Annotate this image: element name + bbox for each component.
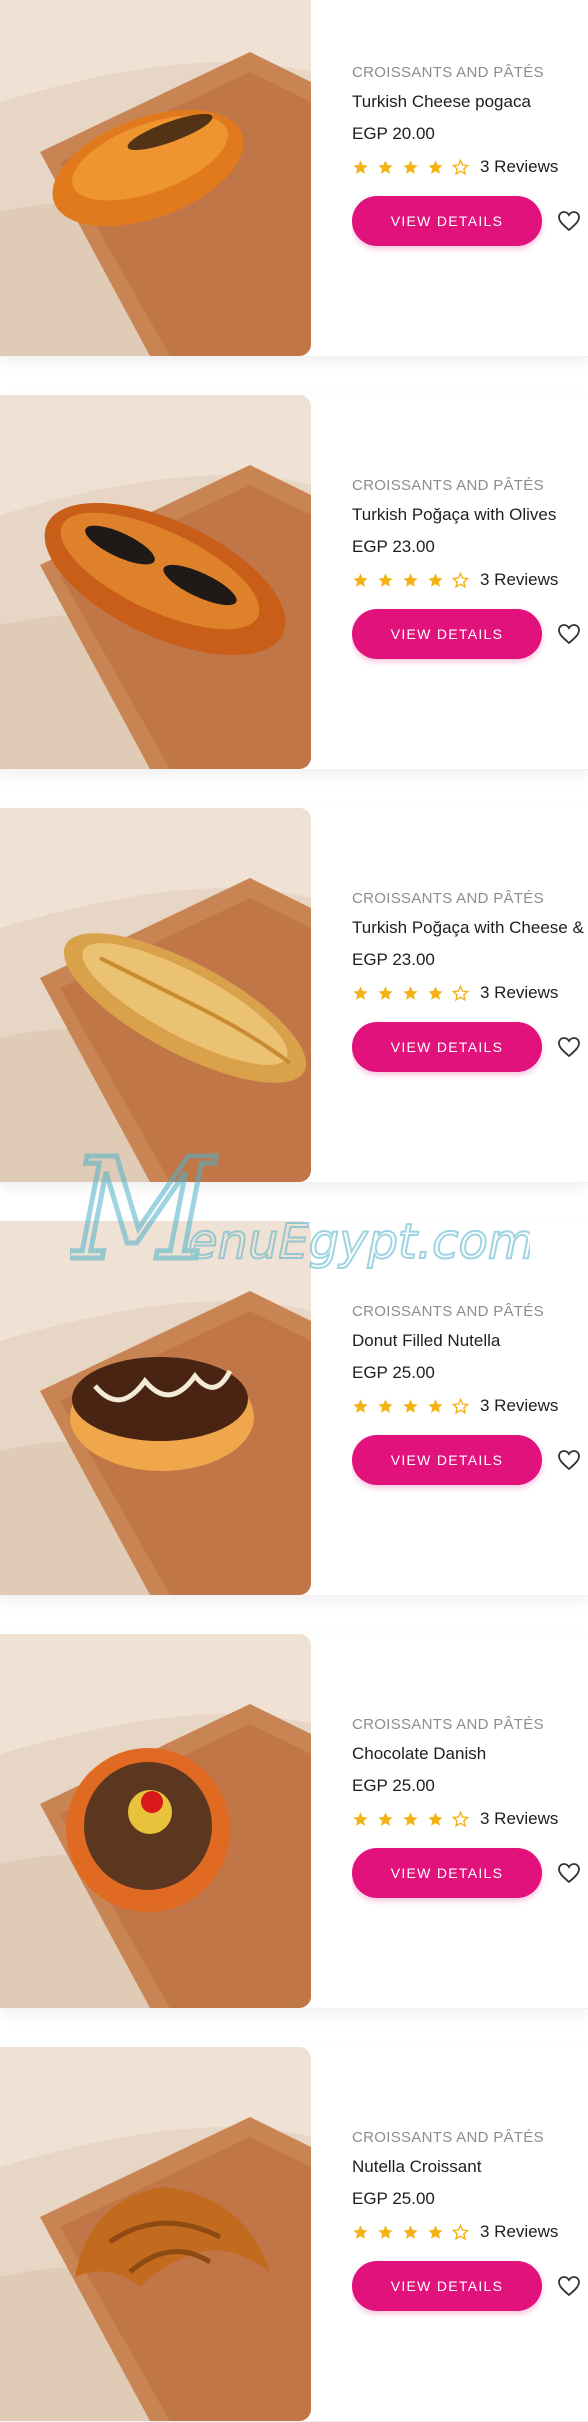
product-category: CROISSANTS AND PÂTÉS bbox=[352, 1303, 544, 1320]
product-rating: 3 Reviews bbox=[352, 1808, 558, 1830]
star-filled-icon bbox=[377, 572, 394, 589]
star-outline-icon bbox=[452, 158, 469, 176]
product-image[interactable] bbox=[0, 1221, 311, 1595]
product-rating: 3 Reviews bbox=[352, 156, 558, 178]
product-rating: 3 Reviews bbox=[352, 982, 558, 1004]
product-card: CROISSANTS AND PÂTÉS Turkish Cheese pogac… bbox=[0, 0, 588, 357]
product-info: CROISSANTS AND PÂTÉS Nutella Croissant EGP… bbox=[352, 2047, 588, 2421]
view-details-button[interactable]: VIEW DETAILS bbox=[352, 1848, 542, 1898]
star-filled-icon bbox=[352, 985, 369, 1002]
product-image[interactable] bbox=[0, 1634, 311, 2008]
star-filled-icon bbox=[352, 1811, 369, 1828]
product-title[interactable]: Turkish Poğaça with Cheese & bbox=[352, 918, 584, 938]
star-filled-icon bbox=[352, 2224, 369, 2241]
product-category: CROISSANTS AND PÂTÉS bbox=[352, 1716, 544, 1733]
star-filled-icon bbox=[427, 985, 444, 1002]
star-outline-icon bbox=[452, 2223, 469, 2241]
product-card: CROISSANTS AND PÂTÉS Donut Filled Nutella… bbox=[0, 1221, 588, 1596]
product-card: CROISSANTS AND PÂTÉS Turkish Poğaça with … bbox=[0, 395, 588, 770]
product-title[interactable]: Chocolate Danish bbox=[352, 1744, 486, 1764]
star-filled-icon bbox=[377, 2224, 394, 2241]
reviews-count[interactable]: 3 Reviews bbox=[480, 2222, 558, 2242]
product-price: EGP 20.00 bbox=[352, 124, 435, 143]
product-title[interactable]: Turkish Poğaça with Olives bbox=[352, 505, 556, 525]
star-outline-icon bbox=[452, 1397, 469, 1415]
star-filled-icon bbox=[427, 572, 444, 589]
star-filled-icon bbox=[377, 1398, 394, 1415]
view-details-button[interactable]: VIEW DETAILS bbox=[352, 1022, 542, 1072]
heart-outline-icon[interactable] bbox=[557, 2275, 581, 2297]
product-category: CROISSANTS AND PÂTÉS bbox=[352, 2129, 544, 2146]
product-category: CROISSANTS AND PÂTÉS bbox=[352, 890, 544, 907]
product-price: EGP 25.00 bbox=[352, 1363, 435, 1382]
star-filled-icon bbox=[402, 2224, 419, 2241]
product-category: CROISSANTS AND PÂTÉS bbox=[352, 477, 544, 494]
star-filled-icon bbox=[352, 159, 369, 176]
heart-outline-icon[interactable] bbox=[557, 1036, 581, 1058]
product-rating: 3 Reviews bbox=[352, 569, 558, 591]
star-filled-icon bbox=[402, 1398, 419, 1415]
view-details-button[interactable]: VIEW DETAILS bbox=[352, 609, 542, 659]
star-filled-icon bbox=[402, 1811, 419, 1828]
product-title[interactable]: Nutella Croissant bbox=[352, 2157, 481, 2177]
view-details-button[interactable]: VIEW DETAILS bbox=[352, 196, 542, 246]
reviews-count[interactable]: 3 Reviews bbox=[480, 570, 558, 590]
star-filled-icon bbox=[352, 572, 369, 589]
product-info: CROISSANTS AND PÂTÉS Turkish Cheese pogac… bbox=[352, 0, 588, 356]
product-category: CROISSANTS AND PÂTÉS bbox=[352, 64, 544, 81]
view-details-button[interactable]: VIEW DETAILS bbox=[352, 1435, 542, 1485]
star-filled-icon bbox=[427, 159, 444, 176]
product-rating: 3 Reviews bbox=[352, 2221, 558, 2243]
product-image[interactable] bbox=[0, 0, 311, 356]
star-outline-icon bbox=[452, 571, 469, 589]
reviews-count[interactable]: 3 Reviews bbox=[480, 1809, 558, 1829]
product-image[interactable] bbox=[0, 2047, 311, 2421]
product-info: CROISSANTS AND PÂTÉS Donut Filled Nutella… bbox=[352, 1221, 588, 1595]
star-outline-icon bbox=[452, 1810, 469, 1828]
star-filled-icon bbox=[377, 1811, 394, 1828]
heart-outline-icon[interactable] bbox=[557, 1449, 581, 1471]
product-price: EGP 25.00 bbox=[352, 1776, 435, 1795]
reviews-count[interactable]: 3 Reviews bbox=[480, 1396, 558, 1416]
product-price: EGP 23.00 bbox=[352, 950, 435, 969]
star-filled-icon bbox=[427, 1398, 444, 1415]
product-info: CROISSANTS AND PÂTÉS Turkish Poğaça with … bbox=[352, 808, 588, 1182]
product-card: CROISSANTS AND PÂTÉS Turkish Poğaça with … bbox=[0, 808, 588, 1183]
star-filled-icon bbox=[377, 159, 394, 176]
product-card: CROISSANTS AND PÂTÉS Chocolate Danish EGP … bbox=[0, 1634, 588, 2009]
heart-outline-icon[interactable] bbox=[557, 623, 581, 645]
star-filled-icon bbox=[402, 572, 419, 589]
reviews-count[interactable]: 3 Reviews bbox=[480, 983, 558, 1003]
heart-outline-icon[interactable] bbox=[557, 1862, 581, 1884]
star-filled-icon bbox=[352, 1398, 369, 1415]
product-card: CROISSANTS AND PÂTÉS Nutella Croissant EGP… bbox=[0, 2047, 588, 2422]
product-title[interactable]: Donut Filled Nutella bbox=[352, 1331, 500, 1351]
star-filled-icon bbox=[377, 985, 394, 1002]
heart-outline-icon[interactable] bbox=[557, 210, 581, 232]
product-rating: 3 Reviews bbox=[352, 1395, 558, 1417]
star-filled-icon bbox=[427, 1811, 444, 1828]
reviews-count[interactable]: 3 Reviews bbox=[480, 157, 558, 177]
star-filled-icon bbox=[427, 2224, 444, 2241]
product-info: CROISSANTS AND PÂTÉS Turkish Poğaça with … bbox=[352, 395, 588, 769]
star-filled-icon bbox=[402, 985, 419, 1002]
product-price: EGP 25.00 bbox=[352, 2189, 435, 2208]
product-image[interactable] bbox=[0, 808, 311, 1182]
product-title[interactable]: Turkish Cheese pogaca bbox=[352, 92, 531, 112]
view-details-button[interactable]: VIEW DETAILS bbox=[352, 2261, 542, 2311]
product-info: CROISSANTS AND PÂTÉS Chocolate Danish EGP … bbox=[352, 1634, 588, 2008]
star-outline-icon bbox=[452, 984, 469, 1002]
star-filled-icon bbox=[402, 159, 419, 176]
product-price: EGP 23.00 bbox=[352, 537, 435, 556]
product-image[interactable] bbox=[0, 395, 311, 769]
